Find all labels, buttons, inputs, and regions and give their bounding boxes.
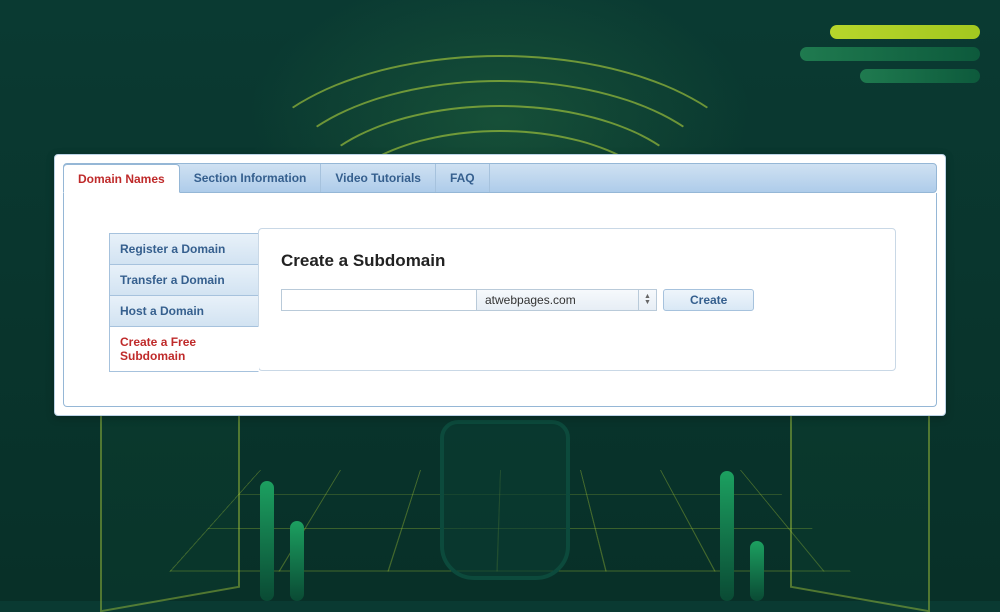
- side-item-host-domain[interactable]: Host a Domain: [109, 295, 259, 327]
- subdomain-input[interactable]: [281, 289, 477, 311]
- create-button[interactable]: Create: [663, 289, 754, 311]
- side-item-register-domain[interactable]: Register a Domain: [109, 233, 259, 265]
- tab-content: Register a Domain Transfer a Domain Host…: [63, 193, 937, 407]
- tab-faq[interactable]: FAQ: [436, 164, 490, 192]
- tab-section-information[interactable]: Section Information: [180, 164, 322, 192]
- chevron-down-icon: ▼: [644, 300, 651, 306]
- form-heading: Create a Subdomain: [281, 251, 873, 271]
- side-item-create-free-subdomain[interactable]: Create a Free Subdomain: [109, 326, 259, 372]
- side-item-transfer-domain[interactable]: Transfer a Domain: [109, 264, 259, 296]
- control-panel: Domain Names Section Information Video T…: [54, 154, 946, 416]
- domain-select-value: atwebpages.com: [485, 293, 576, 307]
- tab-bar: Domain Names Section Information Video T…: [63, 163, 937, 193]
- form-row: atwebpages.com ▲ ▼ Create: [281, 289, 873, 311]
- domain-select[interactable]: atwebpages.com: [477, 289, 639, 311]
- domain-select-spinner[interactable]: ▲ ▼: [639, 289, 657, 311]
- side-menu: Register a Domain Transfer a Domain Host…: [109, 233, 259, 371]
- tab-video-tutorials[interactable]: Video Tutorials: [321, 164, 436, 192]
- form-card: Create a Subdomain atwebpages.com ▲ ▼ Cr…: [258, 228, 896, 371]
- tab-domain-names[interactable]: Domain Names: [63, 164, 180, 193]
